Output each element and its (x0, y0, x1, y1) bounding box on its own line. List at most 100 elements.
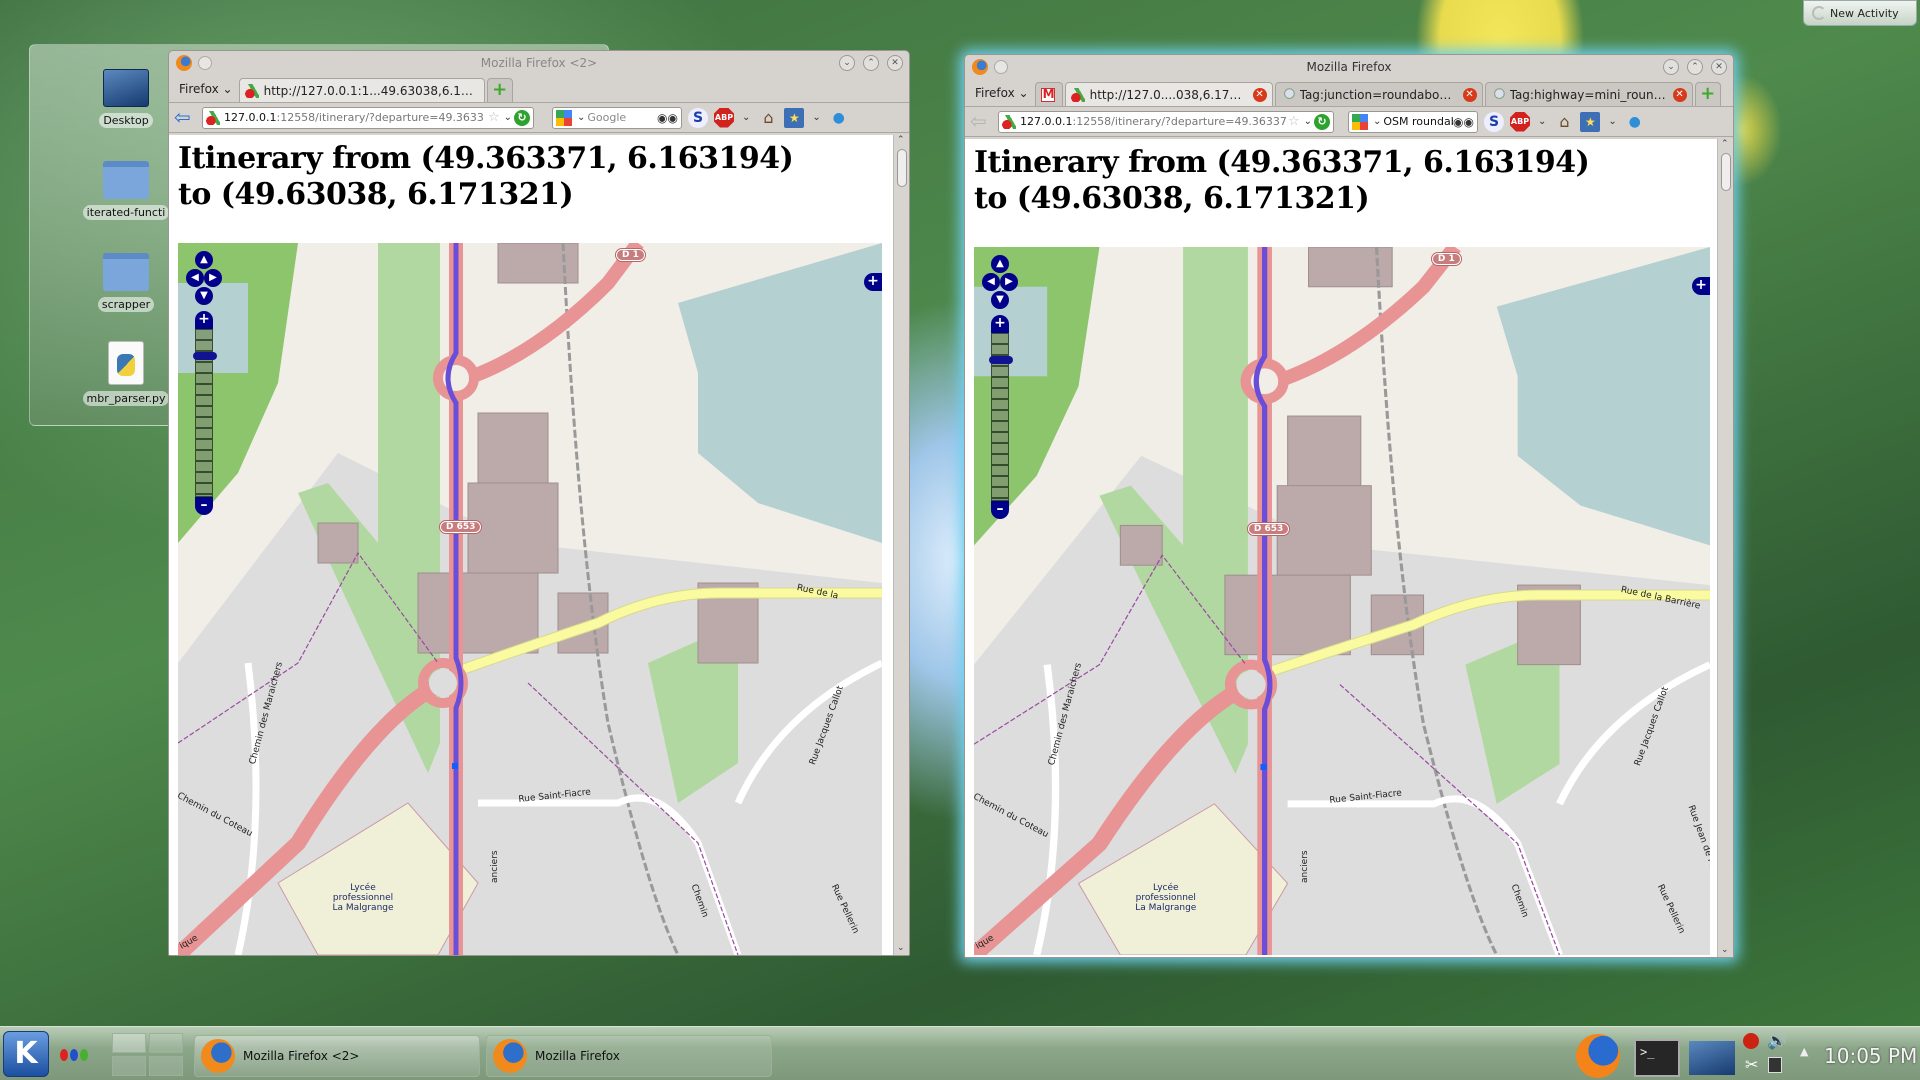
clock[interactable]: 10:05 PM (1824, 1044, 1917, 1068)
tab-junction-roundabout[interactable]: Tag:junction=roundabout -... ✕ (1274, 82, 1483, 106)
zoom-out-button[interactable]: – (195, 497, 213, 515)
adblock-plus-icon[interactable]: ABP (1510, 111, 1530, 132)
zoom-slider-handle[interactable] (193, 352, 217, 360)
pan-up-icon[interactable]: ▲ (195, 251, 213, 269)
firefox-logo-icon[interactable] (176, 55, 192, 71)
osm-map[interactable]: D 1D 653 Rue de la Chemin des Maraichers Ch… (178, 243, 882, 955)
zoom-in-button[interactable]: + (195, 311, 213, 329)
zoom-slider-handle[interactable] (989, 356, 1013, 364)
ghostery-icon[interactable]: ● (1625, 112, 1645, 132)
reload-button[interactable]: ↻ (1314, 113, 1330, 130)
new-tab-button[interactable]: + (486, 78, 513, 102)
scroll-down-icon[interactable]: ⌄ (1721, 945, 1729, 955)
s-addon-icon[interactable]: S (1484, 111, 1504, 132)
terminal-launcher-icon[interactable]: >_ (1634, 1039, 1680, 1077)
window-titlebar[interactable]: Mozilla Firefox <2> ⌄ ⌃ ✕ (169, 51, 909, 75)
pin-icon[interactable] (198, 56, 212, 70)
vertical-scrollbar[interactable]: ⌃ ⌄ (1717, 139, 1733, 957)
tab-mini-roundabout[interactable]: Tag:highway=mini_roundab... ✕ (1484, 82, 1693, 106)
adblock-dropdown-icon[interactable]: ⌄ (1538, 116, 1546, 127)
maximize-button[interactable]: ⌃ (1687, 59, 1703, 75)
adblock-dropdown-icon[interactable]: ⌄ (742, 112, 750, 123)
zoom-out-button[interactable]: – (991, 501, 1009, 519)
binoculars-icon[interactable]: ◉◉ (1453, 115, 1474, 129)
back-button[interactable]: ⇦ (970, 111, 992, 132)
url-bar[interactable]: 127.0.0.1:12558/itinerary/?departure=49.… (998, 110, 1334, 133)
bookmarks-dropdown-icon[interactable]: ⌄ (812, 112, 820, 123)
bookmark-star-icon[interactable]: ☆ (488, 110, 500, 125)
desktop-item-desktop[interactable]: Desktop (70, 69, 182, 132)
scroll-down-icon[interactable]: ⌄ (897, 943, 905, 953)
pan-up-icon[interactable]: ▲ (991, 255, 1009, 273)
close-tab-icon[interactable]: ✕ (1252, 87, 1267, 102)
kde-application-launcher-button[interactable]: K (3, 1031, 49, 1077)
tab-itinerary[interactable]: http://127.0....038,6.171321 ✕ (1064, 82, 1273, 106)
window-titlebar[interactable]: Mozilla Firefox ⌄ ⌃ ✕ (965, 55, 1733, 79)
pan-right-icon[interactable]: ▶ (1000, 273, 1018, 291)
show-desktop-icon[interactable] (1689, 1041, 1735, 1075)
google-search-engine-icon[interactable] (556, 109, 572, 126)
taskbar-task-firefox-2[interactable]: Mozilla Firefox <2> (194, 1035, 480, 1077)
binoculars-icon[interactable]: ◉◉ (657, 111, 678, 125)
tab-gmail[interactable] (1034, 82, 1063, 106)
adblock-plus-icon[interactable]: ABP (714, 107, 734, 128)
pan-left-icon[interactable]: ◀ (982, 273, 1000, 291)
clipboard-scissors-icon[interactable]: ✂ (1745, 1055, 1758, 1074)
new-activity-button[interactable]: New Activity (1803, 0, 1917, 26)
network-icon[interactable] (1768, 1057, 1782, 1073)
bookmarks-icon[interactable]: ★ (784, 107, 805, 128)
tab-itinerary[interactable]: http://127.0.0.1:1...49.63038,6.171321 (238, 78, 485, 102)
volume-icon[interactable]: 🔊 (1767, 1031, 1787, 1050)
url-bar[interactable]: 127.0.0.1:12558/itinerary/?departure=49.… (202, 106, 534, 129)
google-search-engine-icon[interactable] (1352, 113, 1368, 130)
pager-desktop-2[interactable] (149, 1033, 183, 1053)
layer-switcher-button[interactable]: + (1692, 277, 1710, 295)
reload-button[interactable]: ↻ (514, 109, 530, 126)
close-tab-icon[interactable]: ✕ (1462, 87, 1477, 102)
firefox-menu-button[interactable]: Firefox ⌄ (173, 82, 239, 102)
s-addon-icon[interactable]: S (688, 107, 708, 128)
notification-icon[interactable] (1743, 1033, 1759, 1049)
close-tab-icon[interactable]: ✕ (1672, 87, 1687, 102)
search-box[interactable]: ⌄ OSM roundabo ◉◉ (1348, 110, 1478, 133)
close-button[interactable]: ✕ (887, 55, 903, 71)
zoom-slider[interactable] (193, 329, 217, 497)
scrollbar-thumb[interactable] (1721, 153, 1731, 191)
tray-expand-icon[interactable]: ▲ (1800, 1045, 1808, 1058)
pan-down-icon[interactable]: ▼ (195, 287, 213, 305)
layer-switcher-button[interactable]: + (864, 273, 882, 291)
bookmarks-dropdown-icon[interactable]: ⌄ (1608, 116, 1616, 127)
pin-icon[interactable] (994, 60, 1008, 74)
new-tab-button[interactable]: + (1694, 82, 1721, 106)
scrollbar-thumb[interactable] (897, 149, 907, 187)
bookmark-star-icon[interactable]: ☆ (1288, 114, 1300, 129)
ghostery-icon[interactable]: ● (829, 108, 849, 128)
home-icon[interactable]: ⌂ (1554, 112, 1574, 132)
pan-left-icon[interactable]: ◀ (186, 269, 204, 287)
vertical-scrollbar[interactable]: ⌃ ⌄ (893, 135, 909, 955)
pager-desktop-4[interactable] (149, 1056, 183, 1076)
pan-right-icon[interactable]: ▶ (204, 269, 222, 287)
scroll-up-icon[interactable]: ⌃ (897, 135, 905, 145)
desktop-item-scrapper[interactable]: scrapper (70, 253, 182, 316)
url-history-dropdown-icon[interactable]: ⌄ (1304, 116, 1312, 127)
minimize-button[interactable]: ⌄ (839, 55, 855, 71)
firefox-logo-icon[interactable] (972, 59, 988, 75)
bookmarks-icon[interactable]: ★ (1580, 111, 1601, 132)
zoom-in-button[interactable]: + (991, 315, 1009, 333)
firefox-launcher-icon[interactable] (1576, 1034, 1620, 1078)
home-icon[interactable]: ⌂ (758, 108, 778, 128)
search-engine-dropdown-icon[interactable]: ⌄ (577, 112, 585, 123)
back-button[interactable]: ⇦ (174, 107, 196, 128)
osm-map[interactable]: D 1D 653 Rue de la Barrière Chemin des Mar… (974, 247, 1710, 955)
maximize-button[interactable]: ⌃ (863, 55, 879, 71)
firefox-menu-button[interactable]: Firefox ⌄ (969, 86, 1035, 106)
zoom-slider[interactable] (989, 333, 1013, 501)
pager-desktop-1[interactable] (112, 1033, 146, 1053)
activity-switcher[interactable] (60, 1049, 88, 1061)
search-input[interactable]: OSM roundabo (1383, 115, 1453, 128)
search-engine-dropdown-icon[interactable]: ⌄ (1373, 116, 1381, 127)
url-history-dropdown-icon[interactable]: ⌄ (504, 112, 512, 123)
pan-down-icon[interactable]: ▼ (991, 291, 1009, 309)
desktop-item-mbr-parser[interactable]: mbr_parser.py (70, 341, 182, 410)
